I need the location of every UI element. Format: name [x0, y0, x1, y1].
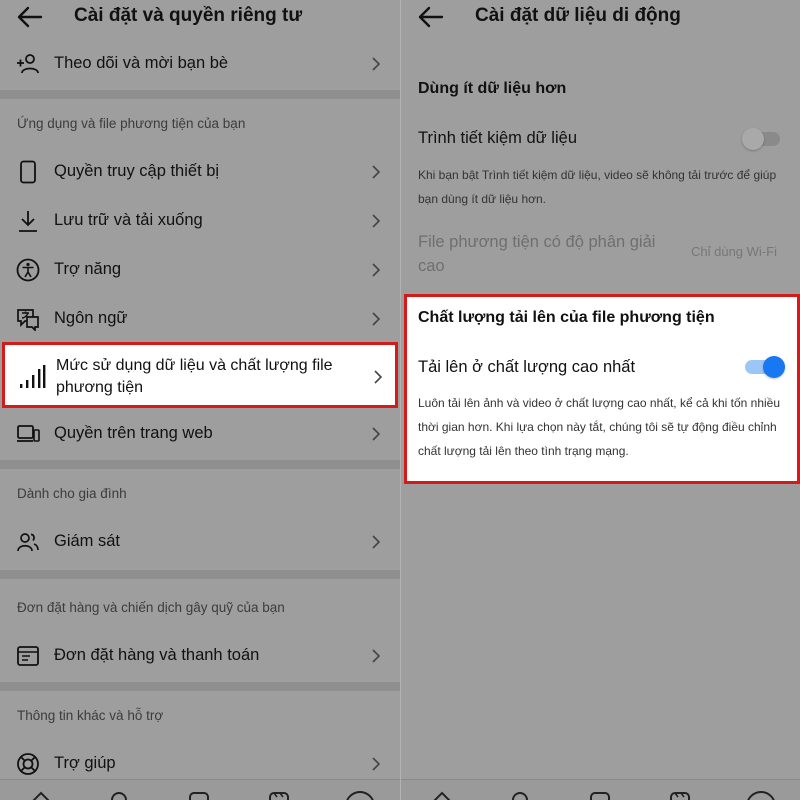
supervision-label: Giám sát: [54, 532, 121, 550]
section-divider: [0, 460, 400, 469]
section-header-family: Dành cho gia đình: [17, 486, 127, 501]
chevron-right-icon: [372, 427, 381, 441]
chevron-right-icon: [372, 57, 381, 71]
bottom-nav-bar: [0, 779, 400, 800]
create-icon[interactable]: [589, 790, 611, 800]
monitor-icon: [17, 425, 40, 442]
create-icon[interactable]: [188, 790, 210, 800]
less-data-section-header: Dùng ít dữ liệu hơn: [418, 80, 567, 97]
toggle-knob: [742, 128, 764, 150]
settings-privacy-screen: Cài đặt và quyền riêng tư Theo dõi và mờ…: [0, 0, 400, 800]
back-arrow-icon[interactable]: [415, 4, 445, 30]
chevron-right-icon: [374, 370, 383, 384]
hd-media-label: File phương tiện có độ phân giải cao: [418, 233, 656, 275]
language-label: Ngôn ngữ: [54, 309, 128, 327]
storage-downloads-label: Lưu trữ và tải xuống: [54, 211, 203, 229]
supervision-item[interactable]: Giám sát: [0, 522, 400, 562]
data-saver-label: Trình tiết kiệm dữ liệu: [418, 129, 577, 147]
bottom-nav-bar: [401, 779, 800, 800]
website-permissions-item[interactable]: Quyền trên trang web: [0, 414, 400, 454]
search-icon[interactable]: [509, 790, 531, 800]
follow-invite-friends-label: Theo dõi và mời bạn bè: [54, 54, 229, 72]
add-person-icon: [17, 54, 39, 74]
chevron-right-icon: [372, 214, 381, 228]
search-icon[interactable]: [108, 790, 130, 800]
hd-media-value: Chỉ dùng Wi-Fi: [691, 244, 777, 259]
people-icon: [17, 533, 39, 552]
data-saver-toggle[interactable]: [742, 128, 784, 150]
orders-payments-item[interactable]: Đơn đặt hàng và thanh toán: [0, 636, 400, 676]
page-title: Cài đặt và quyền riêng tư: [74, 5, 303, 26]
page-title: Cài đặt dữ liệu di động: [475, 5, 681, 26]
toggle-knob: [763, 356, 785, 378]
chevron-right-icon: [372, 649, 381, 663]
upload-quality-header: Chất lượng tải lên của file phương tiện: [418, 309, 715, 326]
storage-downloads-item[interactable]: Lưu trữ và tải xuống: [0, 201, 400, 241]
orders-payments-label: Đơn đặt hàng và thanh toán: [54, 646, 260, 664]
data-usage-media-quality-item[interactable]: Mức sử dụng dữ liệu và chất lượng file p…: [2, 342, 398, 408]
accessibility-label: Trợ năng: [54, 260, 122, 278]
section-divider: [0, 682, 400, 691]
data-saver-description: Khi bạn bật Trình tiết kiệm dữ liệu, vid…: [418, 168, 777, 206]
device-permissions-label: Quyền truy cập thiết bị: [54, 162, 220, 180]
upload-highest-quality-label: Tải lên ở chất lượng cao nhất: [418, 358, 636, 376]
accessibility-item[interactable]: Trợ năng: [0, 250, 400, 290]
section-divider: [0, 570, 400, 579]
section-header-support: Thông tin khác và hỗ trợ: [17, 708, 164, 723]
phone-icon: [20, 160, 36, 184]
chevron-right-icon: [372, 757, 381, 771]
home-icon[interactable]: [431, 790, 453, 800]
profile-avatar-icon[interactable]: [344, 790, 376, 800]
header: Cài đặt và quyền riêng tư: [0, 0, 400, 34]
upload-quality-section: Chất lượng tải lên của file phương tiện …: [404, 294, 800, 484]
lifebuoy-icon: [17, 753, 39, 775]
chevron-right-icon: [372, 535, 381, 549]
profile-avatar-icon[interactable]: [745, 790, 777, 800]
upload-highest-quality-toggle[interactable]: [745, 356, 785, 378]
mobile-data-settings-screen: Cài đặt dữ liệu di động Dùng ít dữ liệu …: [400, 0, 800, 800]
download-icon: [19, 211, 37, 232]
header: Cài đặt dữ liệu di động: [401, 0, 800, 34]
chevron-right-icon: [372, 165, 381, 179]
device-permissions-item[interactable]: Quyền truy cập thiết bị: [0, 152, 400, 192]
accessibility-icon: [16, 258, 40, 282]
help-item[interactable]: Trợ giúp: [0, 744, 400, 784]
signal-bars-icon: [20, 365, 46, 388]
section-header-orders: Đơn đặt hàng và chiến dịch gây quỹ của b…: [17, 600, 285, 615]
help-label: Trợ giúp: [54, 754, 116, 772]
upload-quality-description: Luôn tải lên ảnh và video ở chất lượng c…: [418, 396, 781, 458]
section-divider: [0, 90, 400, 99]
chevron-right-icon: [372, 263, 381, 277]
chevron-right-icon: [372, 312, 381, 326]
receipt-icon: [17, 646, 39, 666]
reels-icon[interactable]: [669, 790, 691, 800]
back-arrow-icon[interactable]: [14, 4, 44, 30]
home-icon[interactable]: [30, 790, 52, 800]
follow-invite-friends-item[interactable]: Theo dõi và mời bạn bè: [0, 44, 400, 84]
language-item[interactable]: Ngôn ngữ: [0, 299, 400, 339]
website-permissions-label: Quyền trên trang web: [54, 424, 213, 442]
language-icon: [17, 309, 39, 331]
data-usage-media-quality-label: Mức sử dụng dữ liệu và chất lượng file p…: [56, 357, 333, 396]
reels-icon[interactable]: [268, 790, 290, 800]
section-header-apps: Ứng dụng và file phương tiện của bạn: [17, 116, 246, 131]
